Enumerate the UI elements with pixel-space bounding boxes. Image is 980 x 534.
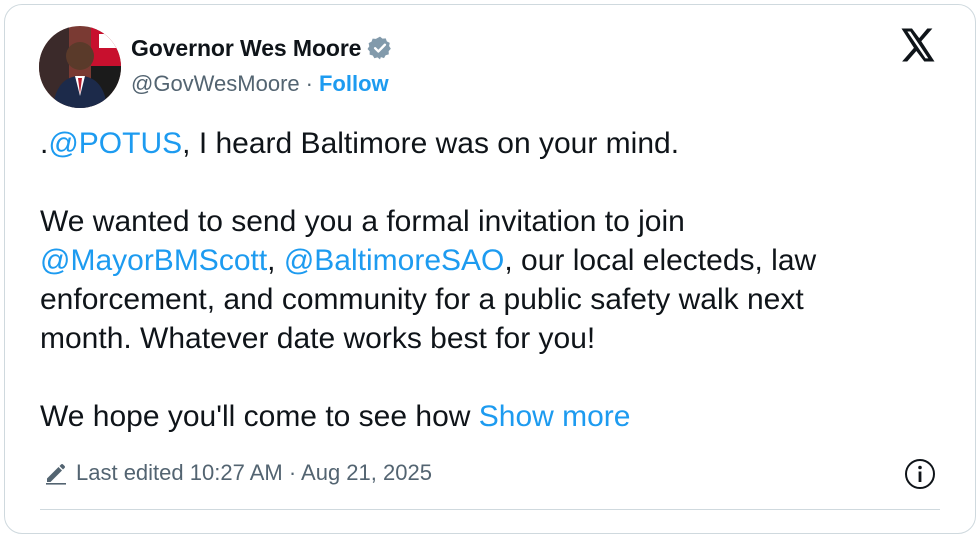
tweet-text-fragment: , I heard Baltimore was on your mind. — [182, 127, 680, 160]
mention-baltimoresao-link[interactable]: @BaltimoreSAO — [284, 244, 505, 277]
author-handle[interactable]: @GovWesMoore — [131, 71, 300, 97]
mention-mayorbmscott-link[interactable]: @MayorBMScott — [40, 244, 267, 277]
x-logo-icon[interactable] — [900, 28, 936, 62]
edited-timestamp: Last edited 10:27 AM · Aug 21, 2025 — [76, 460, 432, 485]
mention-potus-link[interactable]: @POTUS — [48, 127, 182, 160]
tweet-line: month. Whatever date works best for you! — [40, 322, 596, 355]
tweet-line: @MayorBMScott, @BaltimoreSAO, our local … — [40, 241, 940, 280]
edited-info[interactable]: Last edited 10:27 AM · Aug 21, 2025 — [44, 457, 432, 489]
divider — [40, 509, 940, 510]
author-name[interactable]: Governor Wes Moore — [131, 35, 361, 62]
author-name-row: Governor Wes Moore — [131, 32, 393, 64]
show-more-link[interactable]: Show more — [479, 400, 631, 433]
tweet-line: .@POTUS, I heard Baltimore was on your m… — [40, 124, 940, 163]
author-handle-row: @GovWesMoore · Follow — [131, 69, 389, 99]
tweet-text: .@POTUS, I heard Baltimore was on your m… — [40, 124, 940, 436]
follow-button[interactable]: Follow — [319, 71, 389, 97]
pencil-icon — [46, 464, 66, 485]
tweet-line: We wanted to send you a formal invitatio… — [40, 205, 685, 238]
avatar[interactable] — [39, 26, 121, 108]
tweet-text-fragment: , — [267, 244, 284, 277]
tweet-line: We hope you'll come to see how Show more — [40, 397, 940, 436]
info-icon[interactable] — [904, 458, 936, 490]
separator: · — [305, 71, 313, 96]
tweet-line: enforcement, and community for a public … — [40, 283, 804, 316]
verified-badge-icon — [367, 35, 393, 61]
tweet-text-fragment: We hope you'll come to see how — [40, 400, 479, 433]
tweet-text-fragment: , our local electeds, law — [504, 244, 817, 277]
